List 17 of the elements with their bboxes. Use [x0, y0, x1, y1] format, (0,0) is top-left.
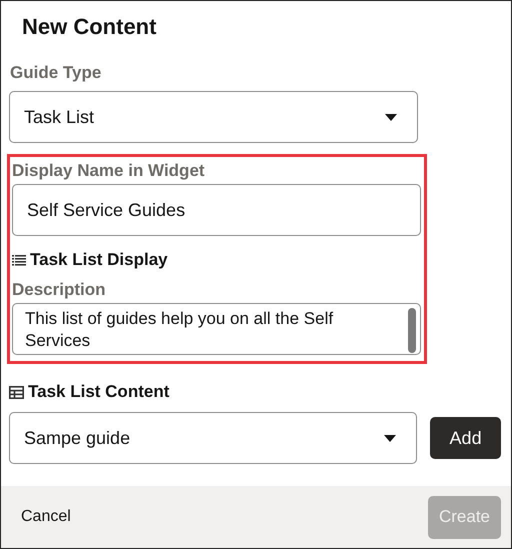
dialog-title: New Content [22, 13, 158, 41]
section-heading: Task List Content [28, 382, 170, 402]
list-icon [12, 254, 26, 266]
caret-icon [384, 434, 396, 442]
field-label: Description [12, 280, 107, 300]
table-icon [9, 386, 24, 398]
guide-type-select[interactable]: Task List [9, 91, 418, 143]
add-button[interactable]: Add [430, 417, 501, 459]
caret-icon [385, 114, 397, 120]
field-label: Display Name in Widget [12, 161, 206, 181]
description-textarea[interactable]: This list of guides help you on all the Self Services [12, 303, 421, 355]
display-name-field[interactable]: Self Service Guides [12, 184, 421, 236]
scrollbar[interactable] [408, 308, 416, 353]
section-heading: Task List Display [30, 250, 168, 270]
cancel-button[interactable]: Cancel [13, 508, 79, 526]
field-label: Guide Type [10, 63, 102, 83]
guide-select[interactable]: Sampe guide [9, 412, 418, 464]
